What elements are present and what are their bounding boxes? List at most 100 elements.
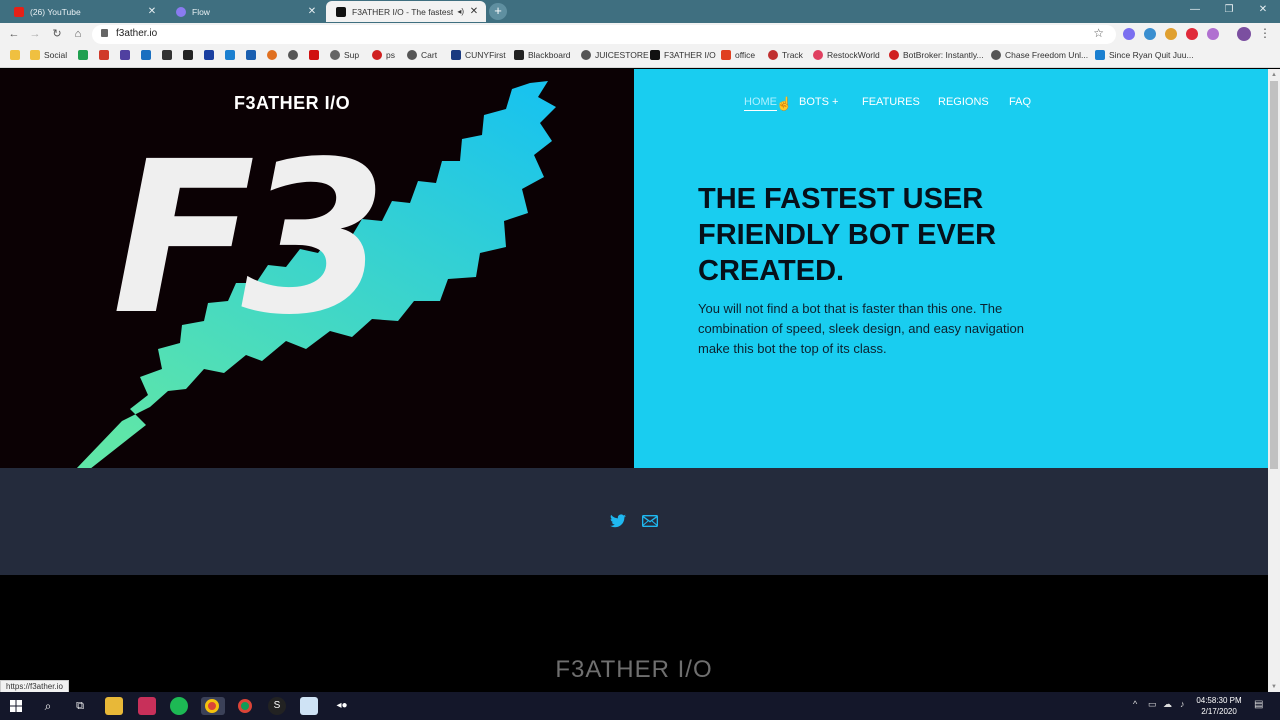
speaker-icon[interactable]: ◂) [457,7,464,16]
bookmark-social[interactable]: Social [30,50,67,60]
nav-regions[interactable]: REGIONS [938,96,989,108]
bookmark-juicestore[interactable]: JUICESTORE [581,50,649,60]
mail-icon[interactable] [642,514,658,528]
bookmark-icon-only[interactable] [162,50,176,60]
bookmark-sup[interactable]: Sup [330,50,359,60]
back-icon[interactable]: ← [6,26,22,42]
twitter-icon[interactable] [610,514,626,528]
scrollbar-thumb[interactable] [1270,81,1278,469]
bookmark-blackboard[interactable]: Blackboard [514,50,571,60]
tab-f3ather[interactable]: F3ATHER I/O - The fastest S... ◂) ✕ [326,1,486,22]
footer: F3ATHER I/O [0,575,1268,692]
network-icon[interactable]: ▭ [1148,699,1157,710]
bookmark-restockworld[interactable]: RestockWorld [813,50,880,60]
close-icon[interactable]: ✕ [146,6,158,17]
media-app-icon[interactable]: ◂● [333,697,351,715]
youtube-icon [14,6,24,17]
scroll-up-icon[interactable]: ▲ [1271,72,1277,78]
apps-icon[interactable] [10,50,24,60]
spotify-icon[interactable] [170,697,188,715]
notification-icon[interactable]: ▤ [1254,699,1263,710]
lock-icon [101,29,108,37]
mail-bookmark-icon[interactable] [120,50,134,60]
tab-title: Flow [192,6,210,17]
home-icon[interactable]: ⌂ [70,26,86,42]
amazon-icon[interactable] [183,50,197,60]
folder-icon [30,50,40,60]
bookmark-cart[interactable]: Cart [407,50,437,60]
close-icon[interactable]: ✕ [306,6,318,17]
chrome-taskbar-icon[interactable] [201,697,225,715]
search-icon[interactable]: ⌕ [39,697,57,715]
bookmark-icon-only[interactable] [78,50,92,60]
url-text: f3ather.io [116,28,158,39]
bookmark-star-icon[interactable]: ☆ [1093,26,1104,40]
bookmark-ryan[interactable]: Since Ryan Quit Juu... [1095,50,1194,60]
bookmark-label: RestockWorld [827,50,880,60]
hero-description: You will not find a bot that is faster t… [698,301,1024,356]
task-view-icon[interactable]: ⧉ [71,697,89,715]
extension-icon[interactable] [1123,28,1135,40]
bookmark-icon-only[interactable] [267,50,281,60]
page-scrollbar[interactable]: ▲ ▼ [1268,69,1280,692]
bookmark-label: Sup [344,50,360,60]
bookmark-label: office [735,50,756,60]
windows-start-icon[interactable] [7,697,25,715]
bookmark-icon-only[interactable] [225,50,239,60]
window-controls: — ❐ ✕ [1178,0,1280,23]
volume-icon[interactable]: ♪ [1180,699,1185,709]
bookmark-ps[interactable]: ps [372,50,395,60]
web-page: F3 F3ATHER I/O HOME BOTS + FEATURES REGI… [0,69,1268,692]
nav-faq[interactable]: FAQ [1009,96,1031,108]
forward-icon[interactable]: → [27,26,43,42]
taskbar-clock[interactable]: 04:58:30 PM 2/17/2020 [1192,695,1246,717]
menu-icon[interactable]: ⋮ [1259,26,1271,40]
chrome-profile-icon[interactable] [236,697,254,715]
bookmark-label: Since Ryan Quit Juu... [1109,50,1194,60]
scroll-down-icon[interactable]: ▼ [1271,684,1277,690]
file-explorer-icon[interactable] [105,697,123,715]
bookmark-icon-only[interactable] [288,50,302,60]
nav-features[interactable]: FEATURES [862,96,920,108]
paypal-icon[interactable] [246,50,260,60]
profile-avatar[interactable] [1237,27,1251,41]
bookmark-label: JUICESTORE [595,50,649,60]
bookmark-office[interactable]: office [721,50,755,60]
extension-icon[interactable] [1207,28,1219,40]
restore-icon[interactable]: ❐ [1212,0,1246,23]
nav-home[interactable]: HOME [744,96,777,111]
app-icon[interactable] [138,697,156,715]
site-brand[interactable]: F3ATHER I/O [234,93,350,114]
s-app-icon[interactable]: S [268,697,286,715]
window-app-icon[interactable] [300,697,318,715]
tab-flow[interactable]: Flow ✕ [166,1,324,22]
bookmark-cunyfirst[interactable]: CUNYFirst [451,50,506,60]
clock-time: 04:58:30 PM [1196,696,1242,705]
gmail-icon[interactable] [99,50,113,60]
tray-chevron-icon[interactable]: ^ [1133,699,1137,709]
nav-bots[interactable]: BOTS + [799,96,838,108]
flow-icon [176,6,186,17]
close-icon[interactable]: ✕ [468,6,480,17]
bookmark-label: F3ATHER I/O [664,50,716,60]
extension-icon[interactable] [1144,28,1156,40]
bookmark-icon-only[interactable] [204,50,218,60]
bookmark-botbroker[interactable]: BotBroker: Instantly... [889,50,984,60]
tab-youtube[interactable]: (26) YouTube ✕ [4,1,164,22]
extension-icon[interactable] [1165,28,1177,40]
bookmark-f3ather[interactable]: F3ATHER I/O [650,50,716,60]
address-bar[interactable]: f3ather.io ☆ [92,25,1116,44]
bookmark-track[interactable]: Track [768,50,803,60]
new-tab-button[interactable]: + [489,3,507,20]
close-window-icon[interactable]: ✕ [1246,0,1280,23]
minimize-icon[interactable]: — [1178,0,1212,23]
bookmark-chase[interactable]: Chase Freedom Unl... [991,50,1088,60]
netflix-icon[interactable] [309,50,323,60]
outlook-icon[interactable] [141,50,155,60]
onedrive-icon[interactable]: ☁ [1163,699,1172,710]
tab-title: (26) YouTube [30,6,81,17]
hero-logo-panel: F3 [0,69,634,468]
reload-icon[interactable]: ↻ [49,26,65,42]
opera-icon[interactable] [1186,28,1198,40]
mouse-cursor-icon: ☝ [776,96,793,111]
